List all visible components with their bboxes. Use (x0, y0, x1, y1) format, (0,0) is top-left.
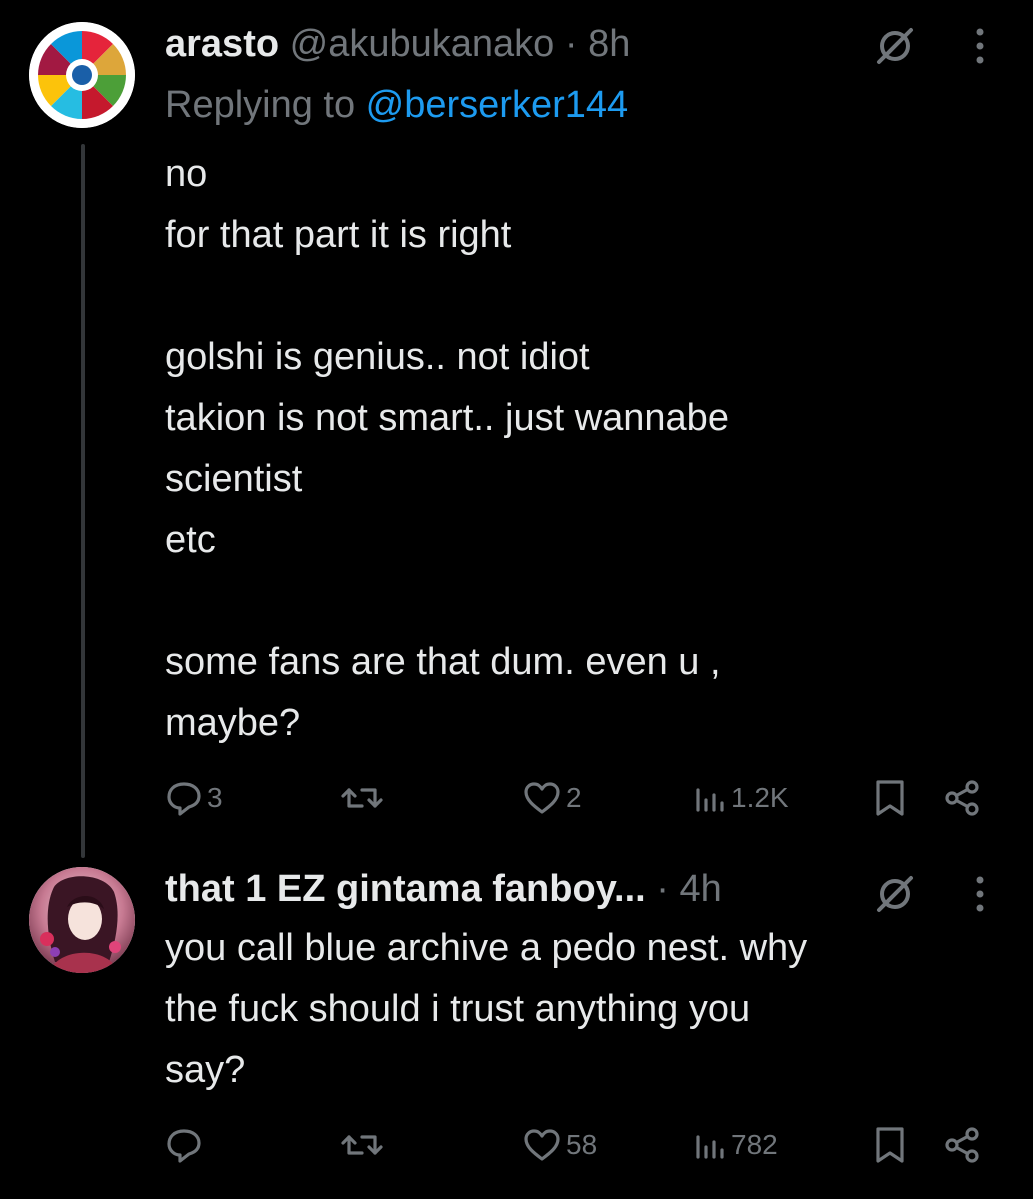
tweet-2[interactable]: that 1 EZ gintama fanboy... · 4h you cal… (0, 850, 1033, 1199)
share-button[interactable] (942, 1125, 982, 1165)
tweet-text: no for that part it is right golshi is g… (165, 144, 975, 754)
reply-button[interactable] (165, 1125, 207, 1165)
repost-icon (341, 1135, 383, 1155)
views-button[interactable]: 1.2K (693, 778, 789, 818)
bookmark-icon (876, 780, 904, 816)
timestamp[interactable]: 8h (588, 23, 630, 65)
like-count: 2 (566, 782, 582, 813)
tweet-header: that 1 EZ gintama fanboy... · 4h (165, 866, 722, 912)
reply-button[interactable]: 3 (165, 778, 223, 818)
repost-icon (341, 788, 383, 808)
separator-dot: · (564, 23, 578, 65)
tweet-1[interactable]: arasto @akubukanako · 8h Replying to @be… (0, 0, 1033, 858)
display-name[interactable]: that 1 EZ gintama fanboy... (165, 868, 646, 910)
tweet-text: you call blue archive a pedo nest. why t… (165, 918, 975, 1101)
tweet-line: takion is not smart.. just wannabe (165, 397, 729, 439)
views-icon (696, 1135, 724, 1159)
reply-icon (167, 782, 201, 816)
tweet-header: arasto @akubukanako · 8h (165, 21, 630, 67)
like-count: 58 (566, 1129, 598, 1160)
tweet-line: maybe? (165, 702, 301, 744)
bookmark-button[interactable] (870, 778, 910, 818)
like-button[interactable]: 2 (522, 778, 582, 818)
replying-to-handle[interactable]: @berserker144 (366, 84, 628, 126)
tweet-line: golshi is genius.. not idiot (165, 336, 590, 378)
tweet-line: say? (165, 1049, 246, 1091)
like-button[interactable]: 58 (522, 1125, 597, 1165)
tweet-line: scientist (165, 458, 303, 500)
thread-line (81, 144, 85, 858)
tweet-line: the fuck should i trust anything you (165, 988, 751, 1030)
replying-to-label: Replying to (165, 84, 366, 126)
like-icon (524, 782, 560, 814)
more-icon[interactable] (958, 872, 1002, 916)
avatar-gintama-fanboy[interactable] (29, 867, 135, 973)
share-button[interactable] (942, 778, 982, 818)
user-handle[interactable]: @akubukanako (290, 23, 555, 65)
like-icon (524, 1129, 560, 1161)
timestamp[interactable]: 4h (679, 868, 721, 910)
display-name[interactable]: arasto (165, 23, 279, 65)
bookmark-button[interactable] (870, 1125, 910, 1165)
separator-dot: · (656, 868, 669, 910)
avatar-arasto[interactable] (29, 22, 135, 128)
share-icon (945, 780, 979, 816)
reply-icon (167, 1129, 201, 1163)
views-button[interactable]: 782 (693, 1125, 778, 1165)
tweet-line: for that part it is right (165, 214, 512, 256)
more-icon[interactable] (958, 24, 1002, 68)
tweet-line: you call blue archive a pedo nest. why (165, 927, 808, 969)
reply-count: 3 (207, 782, 223, 813)
grok-icon[interactable] (873, 24, 917, 68)
view-count: 782 (731, 1129, 778, 1160)
bookmark-icon (876, 1127, 904, 1163)
tweet-line: etc (165, 519, 216, 561)
repost-button[interactable] (340, 778, 388, 818)
replying-to: Replying to @berserker144 (165, 82, 628, 128)
views-icon (696, 788, 724, 812)
action-bar: 58 782 (0, 1125, 1033, 1169)
tweet-line (165, 571, 975, 632)
view-count: 1.2K (731, 782, 789, 813)
repost-button[interactable] (340, 1125, 388, 1165)
tweet-line: some fans are that dum. even u , (165, 641, 721, 683)
tweet-line: no (165, 153, 208, 195)
share-icon (945, 1127, 979, 1163)
grok-icon[interactable] (873, 872, 917, 916)
action-bar: 3 2 1.2K (0, 778, 1033, 822)
tweet-line (165, 266, 975, 327)
